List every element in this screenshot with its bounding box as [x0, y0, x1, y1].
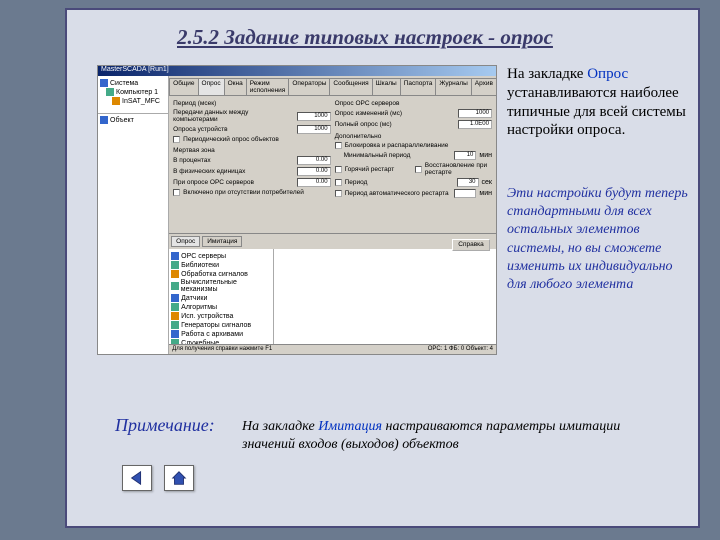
checkbox[interactable] — [173, 136, 180, 143]
node-icon — [171, 312, 179, 320]
node-icon — [112, 97, 120, 105]
group-title: Период (мсек) — [173, 100, 330, 107]
field-label: В процентах — [173, 157, 293, 164]
tab-opros[interactable]: Опрос — [198, 78, 225, 95]
field-label: Опроса устройств — [173, 126, 293, 133]
tab[interactable]: Операторы — [288, 78, 330, 95]
palette-tree: OPC серверы Библиотеки Обработка сигнало… — [169, 249, 274, 344]
field-input[interactable]: 30 — [457, 178, 479, 187]
unit-label: мин — [479, 190, 492, 197]
nav-home-button[interactable] — [164, 465, 194, 491]
checkbox[interactable] — [335, 179, 342, 186]
checkbox[interactable] — [173, 189, 180, 196]
note-text: На закладке Имитация настраиваются парам… — [242, 418, 622, 454]
nav-buttons — [122, 465, 194, 491]
tab[interactable]: Режим исполнения — [246, 78, 290, 95]
tree-node: Библиотеки — [181, 262, 219, 269]
node-icon — [171, 261, 179, 269]
checkbox[interactable] — [335, 166, 342, 173]
checkbox[interactable] — [335, 190, 342, 197]
field-label: Полный опрос (мс) — [335, 121, 455, 128]
field-input[interactable]: 10 — [454, 151, 476, 160]
tab-bar: Общие Опрос Окна Режим исполнения Операт… — [169, 76, 496, 96]
node-icon — [106, 88, 114, 96]
field-input[interactable]: 1000 — [458, 109, 492, 118]
tree-node: Генераторы сигналов — [181, 322, 251, 329]
node-icon — [171, 282, 179, 290]
node-icon — [171, 330, 179, 338]
slide-title: 2.5.2 Задание типовых настроек - опрос — [177, 25, 553, 50]
tab[interactable]: Шкалы — [372, 78, 401, 95]
bottom-tab-imitation[interactable]: Имитация — [202, 236, 242, 247]
group-title: Опрос OPC серверов — [335, 100, 492, 107]
help-button[interactable]: Справка — [452, 239, 490, 251]
tab[interactable]: Окна — [224, 78, 247, 95]
tree-node: Исп. устройства — [181, 313, 233, 320]
check-label: Блокировка и распараллеливание — [345, 142, 492, 149]
tab[interactable]: Паспорта — [400, 78, 437, 95]
checkbox[interactable] — [415, 166, 422, 173]
field-input[interactable]: 0.00 — [297, 167, 331, 176]
field-label: Опрос изменений (мс) — [335, 110, 455, 117]
node-icon — [171, 303, 179, 311]
window-titlebar: MasterSCADA [Run1] — [98, 66, 496, 76]
tree-node: InSAT_MFC — [122, 98, 160, 105]
home-icon — [170, 469, 188, 487]
field-input[interactable]: 1000 — [297, 125, 331, 134]
field-input[interactable]: 1.0E00 — [458, 120, 492, 129]
tab[interactable]: Сообщения — [329, 78, 372, 95]
tree-node: Компьютер 1 — [116, 89, 158, 96]
tree-root: Система — [110, 80, 138, 87]
tab[interactable]: Журналы — [435, 78, 471, 95]
status-text: Для получения справки нажмите F1 — [172, 346, 272, 353]
check-label: Период автоматического рестарта — [345, 190, 452, 197]
unit-label: сек — [482, 179, 492, 186]
tree-node: Работа с архивами — [181, 331, 243, 338]
node-icon — [171, 321, 179, 329]
field-input[interactable]: 1000 — [297, 112, 331, 121]
field-label: Минимальный период — [344, 152, 452, 159]
description-2: Эти настройки будут теперь стандартными … — [507, 185, 692, 294]
checkbox[interactable] — [335, 142, 342, 149]
group-title: Мертвая зона — [173, 147, 330, 154]
check-label: Периодический опрос объектов — [183, 136, 330, 143]
check-label: Период — [345, 179, 454, 186]
left-tree-pane: Система Компьютер 1 InSAT_MFC Объект — [98, 76, 169, 354]
folder-icon — [100, 79, 108, 87]
tree-section: Объект — [110, 117, 134, 124]
tab[interactable]: Общие — [169, 78, 198, 95]
description-1: На закладке Опрос устанавливаются наибол… — [507, 65, 687, 140]
field-input[interactable]: 0.00 — [297, 178, 331, 187]
field-input[interactable] — [454, 189, 476, 198]
tab[interactable]: Архив — [471, 78, 497, 95]
node-icon — [171, 294, 179, 302]
arrow-left-icon — [128, 469, 146, 487]
tree-node: Алгоритмы — [181, 304, 217, 311]
field-label: В физических единицах — [173, 168, 293, 175]
field-label: Передачи данных между компьютерами — [173, 109, 293, 123]
folder-icon — [100, 116, 108, 124]
check-label: Включено при отсутствии потребителей — [183, 189, 330, 196]
tree-node: Обработка сигналов — [181, 271, 248, 278]
note-label: Примечание: — [115, 415, 215, 436]
group-title: Дополнительно — [335, 133, 492, 140]
node-icon — [171, 270, 179, 278]
node-icon — [171, 252, 179, 260]
tree-node: Вычислительные механизмы — [181, 279, 271, 293]
bottom-tab-opros[interactable]: Опрос — [171, 236, 200, 247]
field-input[interactable]: 0.00 — [297, 156, 331, 165]
nav-back-button[interactable] — [122, 465, 152, 491]
app-screenshot: MasterSCADA [Run1] Система Компьютер 1 I… — [97, 65, 497, 355]
tree-node: OPC серверы — [181, 253, 226, 260]
field-label: При опросе OPC серверов — [173, 179, 293, 186]
unit-label: мин — [479, 152, 492, 159]
check-label: Горячий рестарт — [345, 166, 412, 173]
tree-node: Датчики — [181, 295, 207, 302]
check-label: Восстановление при рестарте — [425, 162, 492, 176]
status-right: OPC: 1 ФБ: 0 Объект: 4 — [428, 346, 493, 353]
